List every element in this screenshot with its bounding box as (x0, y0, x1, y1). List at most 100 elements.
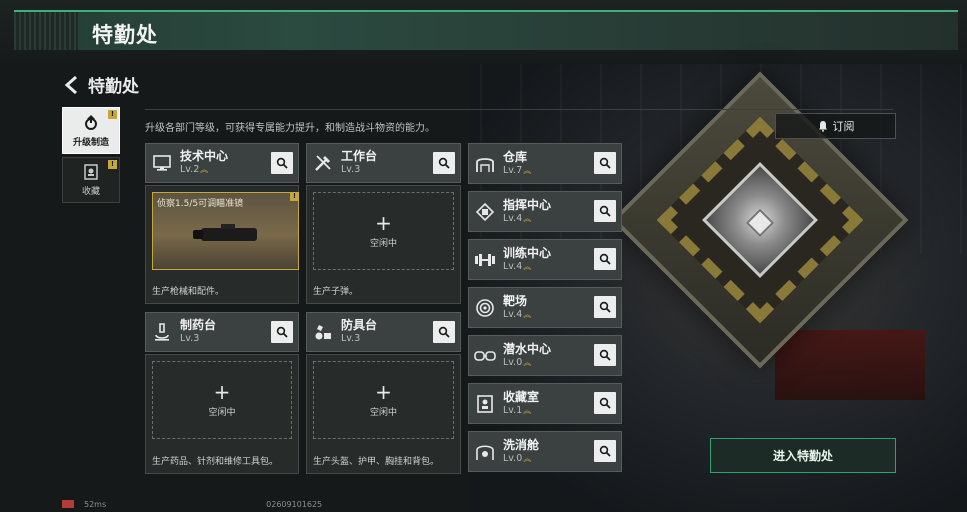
back-arrow-icon[interactable] (62, 74, 80, 96)
collection-icon (469, 384, 501, 423)
status-bar: 52ms 02609101625 (62, 500, 322, 509)
item-badge: ! (290, 192, 299, 201)
idle-slot[interactable]: + 空闲中 (313, 361, 454, 439)
facility-decon-chamber[interactable]: 洗消舱 Lv.0︽ (468, 431, 622, 472)
magnifier-icon[interactable] (433, 152, 455, 174)
tab-badge: ! (108, 160, 117, 169)
tab-badge: ! (108, 110, 117, 119)
facility-name: 靶场 (503, 293, 528, 308)
armor-pieces-icon (307, 313, 339, 351)
facility-name: 洗消舱 (503, 437, 540, 452)
facility-level: Lv.3 (341, 333, 361, 344)
facility-name: 技术中心 (180, 149, 229, 163)
facility-command-center[interactable]: 指挥中心 Lv.4︽ (468, 191, 622, 232)
level-chevron-icon: ︽ (523, 405, 532, 415)
facility-name: 指挥中心 (503, 197, 552, 212)
card-footer: 生产药品、针剂和维修工具包。 (152, 457, 279, 467)
plus-icon: + (375, 210, 392, 235)
level-chevron-icon: ︽ (523, 453, 532, 463)
facility-name: 防具台 (341, 318, 378, 332)
facility-name: 收藏室 (503, 389, 540, 404)
upgrade-gear-icon (85, 114, 97, 130)
bell-icon (818, 121, 827, 132)
warehouse-icon (469, 144, 501, 183)
scope-item-image (193, 224, 257, 241)
facility-name: 仓库 (503, 149, 528, 164)
card-pharmacy-header[interactable]: 制药台 Lv.3 (145, 312, 299, 352)
crafting-item-name: 侦察1.5/5可调瞄准镜 (157, 199, 244, 209)
level-chevron-icon: ︽ (200, 165, 209, 174)
record-indicator-icon (62, 500, 74, 508)
magnifier-icon[interactable] (594, 152, 616, 174)
command-chip-icon (469, 192, 501, 231)
top-bar-stripe (14, 12, 78, 50)
magnifier-icon[interactable] (594, 296, 616, 318)
facility-diving-center[interactable]: 潜水中心 Lv.0︽ (468, 335, 622, 376)
decon-icon (469, 432, 501, 471)
facility-collection-room[interactable]: 收藏室 Lv.1︽ (468, 383, 622, 424)
top-bar: 特勤处 (0, 0, 967, 64)
facility-level: Lv.0 (503, 452, 523, 464)
card-footer: 生产枪械和配件。 (152, 287, 225, 297)
card-workbench-header[interactable]: 工作台 Lv.3 (306, 143, 461, 183)
magnifier-icon[interactable] (594, 440, 616, 462)
dumbbell-icon (469, 240, 501, 279)
page-description: 升级各部门等级，可获得专属能力提升，和制造战斗物资的能力。 (145, 123, 435, 134)
target-icon (469, 288, 501, 327)
monitor-icon (146, 144, 178, 182)
tab-label: 收藏 (81, 187, 100, 197)
magnifier-icon[interactable] (271, 321, 293, 343)
magnifier-icon[interactable] (433, 321, 455, 343)
facility-shooting-range[interactable]: 靶场 Lv.4︽ (468, 287, 622, 328)
magnifier-icon[interactable] (594, 200, 616, 222)
card-footer: 生产头盔、护甲、胸挂和背包。 (313, 457, 440, 467)
subscribe-button[interactable]: 订阅 (775, 113, 896, 139)
magnifier-icon[interactable] (271, 152, 293, 174)
level-chevron-icon: ︽ (523, 357, 532, 367)
facility-name: 工作台 (341, 149, 378, 163)
card-footer: 生产子弹。 (313, 287, 359, 297)
magnifier-icon[interactable] (594, 344, 616, 366)
idle-slot[interactable]: + 空闲中 (313, 192, 454, 270)
crafting-item-slot[interactable]: 侦察1.5/5可调瞄准镜 ! (152, 192, 299, 270)
level-chevron-icon: ︽ (523, 309, 532, 319)
facility-name: 制药台 (180, 318, 217, 332)
card-tech-center-header[interactable]: 技术中心 Lv.2︽ (145, 143, 299, 183)
tools-icon (307, 144, 339, 182)
facility-level: Lv.4 (503, 260, 523, 272)
card-tech-center-body: 侦察1.5/5可调瞄准镜 ! 生产枪械和配件。 (145, 185, 299, 304)
facility-name: 潜水中心 (503, 341, 552, 356)
idle-label: 空闲中 (369, 238, 397, 249)
card-workbench-body: + 空闲中 生产子弹。 (306, 185, 461, 304)
idle-label: 空闲中 (369, 407, 397, 418)
facility-level: Lv.1 (503, 404, 523, 416)
tab-upgrade-craft[interactable]: ! 升级制造 (62, 107, 120, 154)
uid-readout: 02609101625 (266, 500, 323, 509)
plus-icon: + (375, 379, 392, 404)
level-chevron-icon: ︽ (523, 213, 532, 223)
magnifier-icon[interactable] (594, 392, 616, 414)
facility-level: Lv.3 (341, 164, 361, 175)
facility-level: Lv.7 (503, 164, 523, 176)
magnifier-icon[interactable] (594, 248, 616, 270)
facility-warehouse[interactable]: 仓库 Lv.7︽ (468, 143, 622, 184)
level-chevron-icon: ︽ (523, 261, 532, 271)
page-header: 特勤处 (62, 72, 139, 97)
diving-mask-icon (469, 336, 501, 375)
facility-level: Lv.2 (180, 164, 200, 175)
facility-level: Lv.0 (503, 356, 523, 368)
header-divider (145, 109, 893, 110)
tab-collection[interactable]: ! 收藏 (62, 157, 120, 203)
ping-readout: 52ms (84, 500, 107, 509)
subscribe-label: 订阅 (832, 120, 855, 133)
idle-slot[interactable]: + 空闲中 (152, 361, 292, 439)
facility-name: 训练中心 (503, 245, 552, 260)
card-armor-header[interactable]: 防具台 Lv.3 (306, 312, 461, 352)
tab-label: 升级制造 (72, 137, 109, 148)
facility-training-center[interactable]: 训练中心 Lv.4︽ (468, 239, 622, 280)
microscope-icon (146, 313, 178, 351)
enter-special-ops-button[interactable]: 进入特勤处 (710, 438, 896, 473)
card-pharmacy-body: + 空闲中 生产药品、针剂和维修工具包。 (145, 354, 299, 474)
card-armor-body: + 空闲中 生产头盔、护甲、胸挂和背包。 (306, 354, 461, 474)
collection-box-icon (84, 164, 98, 180)
